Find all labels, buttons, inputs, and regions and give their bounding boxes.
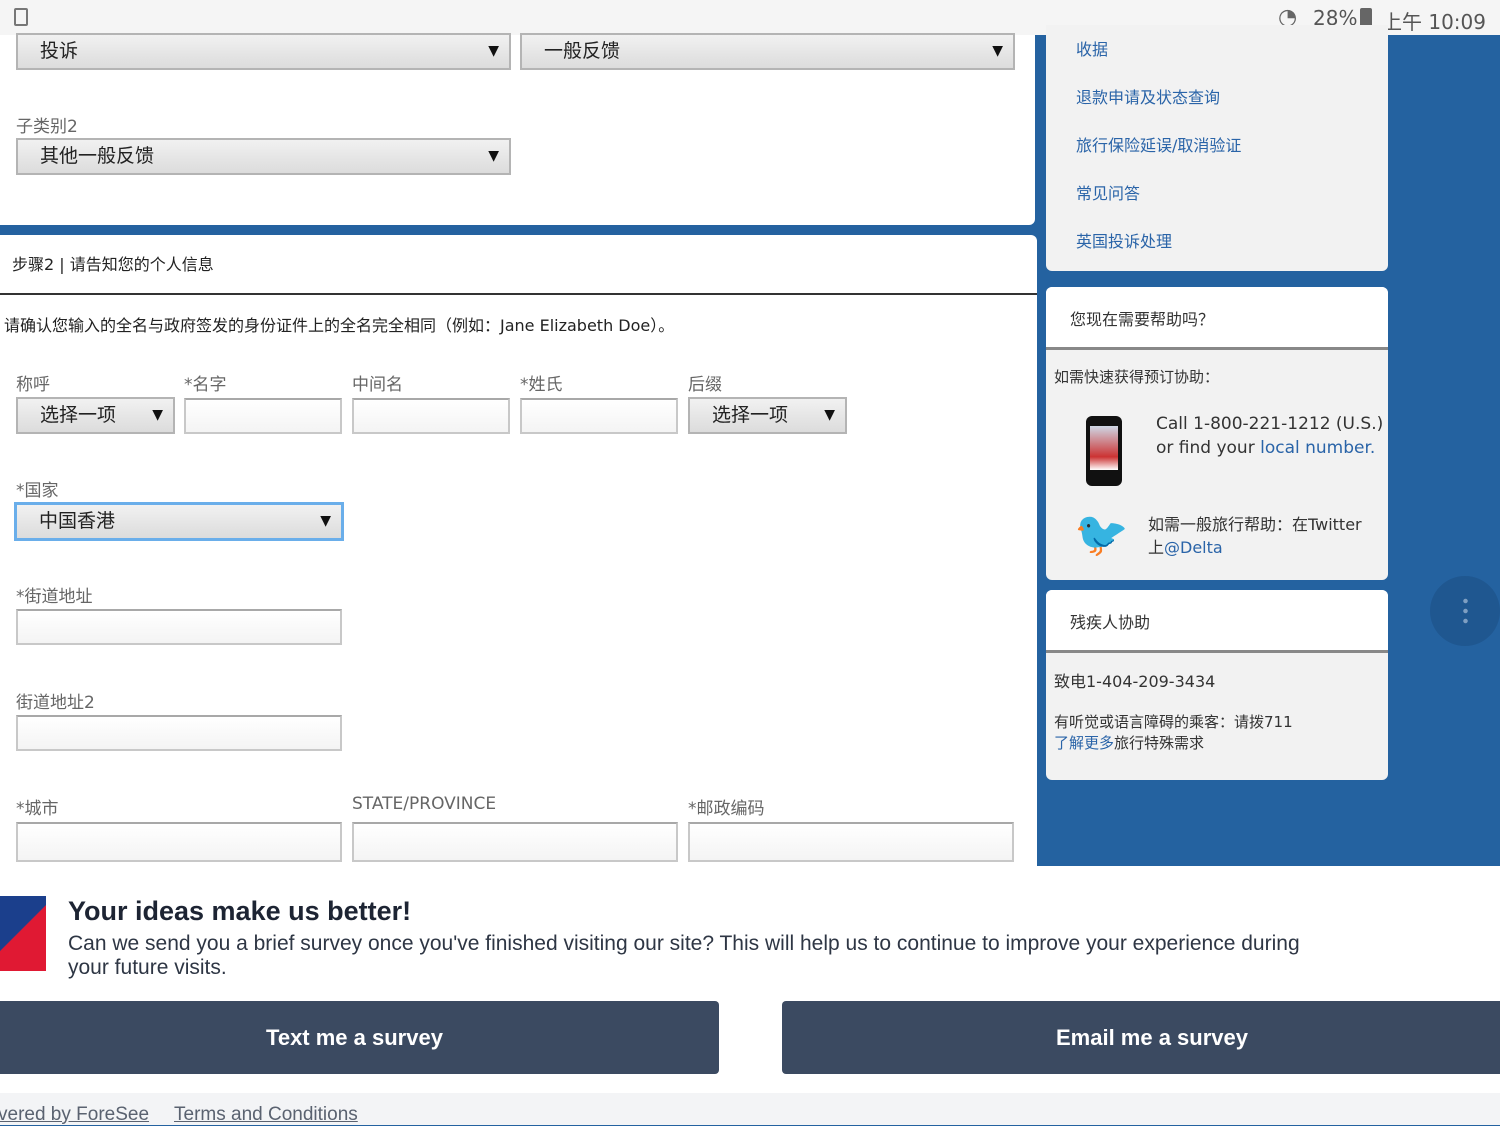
survey-footer: vered by ForeSee Terms and Conditions	[0, 1093, 1500, 1125]
middle-name-label: 中间名	[352, 375, 403, 395]
call-line1: Call 1-800-221-1212 (U.S.)	[1156, 414, 1384, 434]
survey-title: Your ideas make us better!	[68, 896, 412, 926]
survey-banner: Your ideas make us better! Can we send y…	[0, 866, 1500, 1093]
state-input[interactable]	[352, 822, 678, 862]
sim-card-icon	[14, 8, 28, 26]
sidebar-link-receipt[interactable]: 收据	[1076, 36, 1108, 60]
call-line2: or find your local number.	[1156, 438, 1376, 458]
disability-phone: 致电1-404-209-3434	[1054, 672, 1216, 691]
subcategory2-select[interactable]: 其他一般反馈 ▼	[16, 138, 511, 175]
dropdown-arrow-icon: ▼	[488, 148, 499, 164]
street-label: *街道地址	[16, 587, 93, 607]
street-input[interactable]	[16, 609, 342, 645]
sidebar-link-refund[interactable]: 退款申请及状态查询	[1076, 84, 1220, 108]
city-input[interactable]	[16, 822, 342, 862]
dropdown-arrow-icon: ▼	[152, 407, 163, 423]
twitter-line2: 上@Delta	[1148, 538, 1223, 557]
phone-icon	[1086, 416, 1122, 486]
twitter-help-text: 如需一般旅行帮助：在Twitter	[1148, 515, 1362, 534]
first-name-label: *名字	[184, 375, 227, 395]
delta-logo	[0, 896, 46, 971]
dropdown-arrow-icon: ▼	[992, 43, 1003, 59]
more-options-button[interactable]	[1430, 576, 1500, 646]
clock: 上午 10:09	[1382, 10, 1486, 34]
city-label: *城市	[16, 799, 59, 819]
country-label: *国家	[16, 481, 59, 501]
first-name-input[interactable]	[184, 398, 342, 434]
salutation-select[interactable]: 选择一项 ▼	[16, 397, 175, 434]
survey-body: Can we send you a brief survey once you'…	[68, 932, 1300, 979]
sidebar-link-uk-complaints[interactable]: 英国投诉处理	[1076, 228, 1172, 252]
category-select[interactable]: 投诉 ▼	[16, 33, 511, 70]
postal-label: *邮政编码	[688, 799, 765, 819]
more-vert-icon	[1463, 596, 1468, 626]
street2-input[interactable]	[16, 715, 342, 751]
suffix-label: 后缀	[688, 375, 722, 395]
middle-name-input[interactable]	[352, 398, 510, 434]
sidebar-link-faq[interactable]: 常见问答	[1076, 180, 1140, 204]
last-name-label: *姓氏	[520, 375, 563, 395]
terms-link[interactable]: Terms and Conditions	[174, 1104, 358, 1126]
country-select[interactable]: 中国香港 ▼	[14, 502, 344, 541]
dropdown-arrow-icon: ▼	[320, 513, 331, 529]
text-survey-button[interactable]: Text me a survey	[0, 1001, 719, 1074]
sidebar-link-insurance[interactable]: 旅行保险延误/取消验证	[1076, 132, 1241, 156]
step2-title: 步骤2 | 请告知您的个人信息	[12, 255, 214, 274]
twitter-icon: 🐦	[1074, 509, 1129, 560]
email-survey-button[interactable]: Email me a survey	[782, 1001, 1500, 1074]
suffix-select[interactable]: 选择一项 ▼	[688, 397, 847, 434]
state-label: STATE/PROVINCE	[352, 794, 497, 814]
local-number-link[interactable]: local number.	[1260, 438, 1375, 458]
name-notice: 请确认您输入的全名与政府签发的身份证件上的全名完全相同（例如：Jane Eliz…	[4, 316, 675, 335]
learn-more-line: 了解更多旅行特殊需求	[1054, 734, 1205, 752]
subcategory-select[interactable]: 一般反馈 ▼	[520, 33, 1015, 70]
street2-label: 街道地址2	[16, 693, 95, 713]
dropdown-arrow-icon: ▼	[488, 43, 499, 59]
last-name-input[interactable]	[520, 398, 678, 434]
step2-divider	[0, 293, 1037, 295]
postal-input[interactable]	[688, 822, 1014, 862]
hearing-impaired-text: 有听觉或语言障碍的乘客：请拨711	[1054, 713, 1293, 731]
salutation-label: 称呼	[16, 375, 50, 395]
dropdown-arrow-icon: ▼	[824, 407, 835, 423]
booking-help-text: 如需快速获得预订协助：	[1054, 368, 1220, 386]
disability-card-title: 残疾人协助	[1046, 590, 1388, 653]
learn-more-link[interactable]: 了解更多	[1054, 734, 1114, 752]
powered-by-link[interactable]: vered by ForeSee	[0, 1104, 149, 1126]
twitter-handle-link[interactable]: @Delta	[1164, 538, 1223, 557]
help-card-title: 您现在需要帮助吗？	[1046, 287, 1388, 350]
subcategory2-label: 子类别2	[16, 117, 78, 137]
